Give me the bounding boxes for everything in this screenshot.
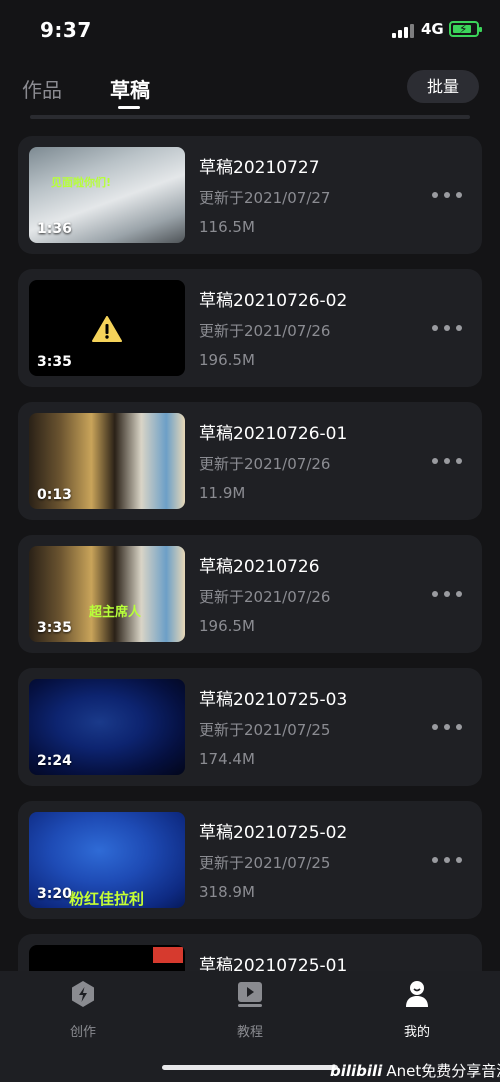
thumbnail-red-banner xyxy=(153,947,183,963)
more-options-icon[interactable] xyxy=(432,724,462,730)
draft-thumbnail[interactable]: 见面啦你们! 1:36 xyxy=(29,147,185,243)
draft-title: 草稿20210725-02 xyxy=(199,823,348,843)
draft-size: 11.9M xyxy=(199,484,246,502)
more-options-icon[interactable] xyxy=(432,857,462,863)
watermark: bilibili Anet免费分享音源 xyxy=(330,1060,500,1081)
watermark-brand: bilibili xyxy=(330,1062,383,1080)
draft-date: 更新于2021/07/26 xyxy=(199,455,331,473)
draft-title: 草稿20210726-02 xyxy=(199,291,348,311)
duration-label: 2:24 xyxy=(37,753,72,769)
tab-drafts[interactable]: 草稿 xyxy=(110,74,150,103)
draft-thumbnail[interactable]: 0:13 xyxy=(29,413,185,509)
duration-label: 1:36 xyxy=(37,221,72,237)
tab-works[interactable]: 作品 xyxy=(22,74,62,103)
nav-profile-label: 我的 xyxy=(403,1025,430,1040)
draft-thumbnail[interactable]: 2:24 xyxy=(29,679,185,775)
nav-tutorial-label: 教程 xyxy=(236,1025,263,1040)
warning-icon xyxy=(92,316,122,342)
home-indicator[interactable] xyxy=(162,1065,338,1070)
thumbnail-caption: 超主席人 xyxy=(89,605,142,620)
watermark-text: Anet免费分享音源 xyxy=(386,1062,500,1080)
draft-thumbnail[interactable]: 粉红佳拉利 3:20 xyxy=(29,812,185,908)
draft-size: 174.4M xyxy=(199,750,255,768)
nav-create-label: 创作 xyxy=(69,1025,96,1040)
draft-card[interactable]: 超主席人 3:35 草稿20210726 更新于2021/07/26 196.5… xyxy=(18,535,482,653)
nav-profile[interactable]: 我的 xyxy=(377,979,457,1040)
draft-thumbnail[interactable]: 3:35 xyxy=(29,280,185,376)
duration-label: 3:35 xyxy=(37,620,72,636)
list-top-edge xyxy=(30,115,470,119)
draft-title: 草稿20210725-03 xyxy=(199,690,348,710)
duration-label: 0:13 xyxy=(37,487,72,503)
draft-card[interactable]: 粉红佳拉利 3:20 草稿20210725-02 更新于2021/07/25 3… xyxy=(18,801,482,919)
draft-size: 196.5M xyxy=(199,617,255,635)
duration-label: 3:35 xyxy=(37,354,72,370)
batch-button[interactable]: 批量 xyxy=(407,70,479,103)
draft-title: 草稿20210727 xyxy=(199,158,320,178)
draft-date: 更新于2021/07/25 xyxy=(199,721,331,739)
network-type: 4G xyxy=(421,20,444,38)
draft-card[interactable]: 见面啦你们! 1:36 草稿20210727 更新于2021/07/27 116… xyxy=(18,136,482,254)
more-options-icon[interactable] xyxy=(432,591,462,597)
nav-tutorial[interactable]: 教程 xyxy=(210,979,290,1040)
more-options-icon[interactable] xyxy=(432,325,462,331)
draft-date: 更新于2021/07/25 xyxy=(199,854,331,872)
status-time: 9:37 xyxy=(40,18,92,42)
more-options-icon[interactable] xyxy=(432,192,462,198)
profile-icon xyxy=(406,981,428,1007)
more-options-icon[interactable] xyxy=(432,458,462,464)
draft-card[interactable]: 2:24 草稿20210725-03 更新于2021/07/25 174.4M xyxy=(18,668,482,786)
draft-size: 116.5M xyxy=(199,218,255,236)
signal-icon xyxy=(392,22,414,38)
thumbnail-caption: 见面啦你们! xyxy=(51,176,112,189)
draft-date: 更新于2021/07/27 xyxy=(199,189,331,207)
draft-size: 196.5M xyxy=(199,351,255,369)
draft-date: 更新于2021/07/26 xyxy=(199,588,331,606)
thumbnail-caption: 粉红佳拉利 xyxy=(69,890,145,908)
status-bar: 9:37 4G ⚡ xyxy=(0,0,500,60)
active-tab-indicator xyxy=(118,106,140,109)
draft-thumbnail[interactable]: 超主席人 3:35 xyxy=(29,546,185,642)
draft-size: 318.9M xyxy=(199,883,255,901)
create-icon xyxy=(72,981,94,1007)
draft-title: 草稿20210726 xyxy=(199,557,320,577)
draft-card[interactable]: 3:35 草稿20210726-02 更新于2021/07/26 196.5M xyxy=(18,269,482,387)
tutorial-icon xyxy=(238,982,262,1007)
duration-label: 3:20 xyxy=(37,886,72,902)
battery-icon: ⚡ xyxy=(449,21,482,37)
draft-date: 更新于2021/07/26 xyxy=(199,322,331,340)
draft-card[interactable]: 0:13 草稿20210726-01 更新于2021/07/26 11.9M xyxy=(18,402,482,520)
nav-create[interactable]: 创作 xyxy=(43,979,123,1040)
draft-title: 草稿20210726-01 xyxy=(199,424,348,444)
